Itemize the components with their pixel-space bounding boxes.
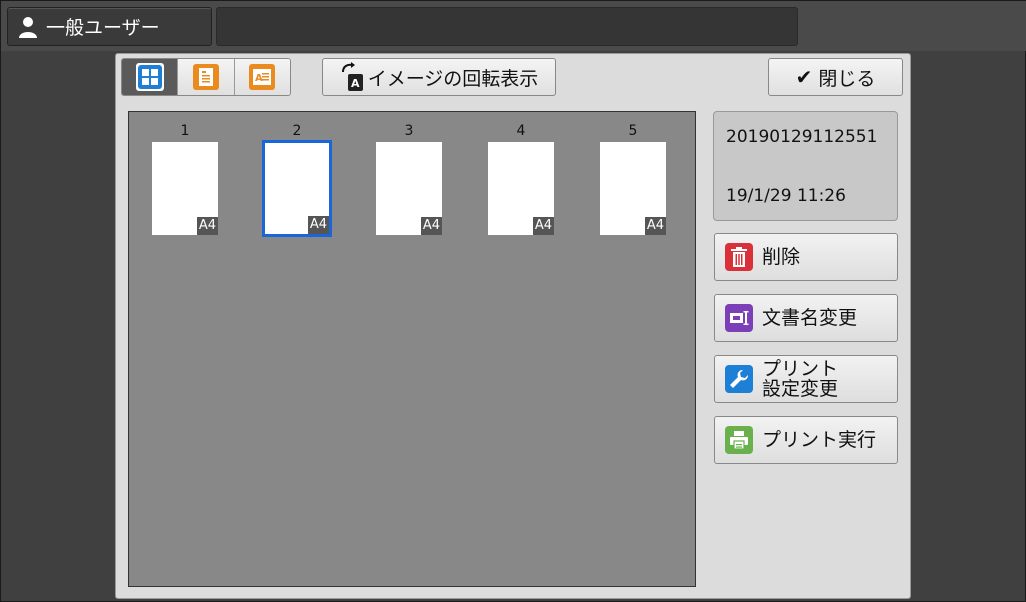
rotate-image-button[interactable]: A イメージの回転表示 [322,58,556,96]
document-info-box: 20190129112551 19/1/29 11:26 [713,111,898,221]
document-datetime: 19/1/29 11:26 [726,186,846,206]
top-bar: 一般ユーザー [1,1,1026,51]
page-preview: A4 [376,142,442,235]
user-label: 一般ユーザー [46,17,160,39]
delete-button[interactable]: 削除 [714,233,898,281]
rotate-image-label: イメージの回転表示 [367,67,539,90]
user-button[interactable]: 一般ユーザー [7,7,212,46]
page-thumbnail[interactable]: 5 A4 [598,122,668,235]
page-size-badge: A4 [532,217,554,235]
page-size-badge: A4 [644,217,666,235]
print-settings-label-line1: プリント [762,358,839,380]
print-settings-label-line2: 設定変更 [762,378,839,400]
document-detail-icon: A [249,64,276,90]
print-settings-label: プリント 設定変更 [762,359,838,399]
page-thumbnail[interactable]: 1 A4 [150,122,220,235]
rename-icon [725,304,753,332]
message-area [216,7,798,46]
view-mode-thumbnail[interactable] [122,59,179,95]
page-size-badge: A4 [420,217,442,235]
page-thumbnail[interactable]: 3 A4 [374,122,444,235]
page-thumbnail-area[interactable]: 1 A4 2 A4 3 A4 4 A4 5 A4 [128,111,696,587]
rename-document-button[interactable]: 文書名変更 [714,294,898,342]
print-button[interactable]: プリント実行 [714,416,898,464]
view-mode-detail[interactable]: A [234,59,290,95]
print-label: プリント実行 [762,429,877,451]
page-number: 4 [516,123,526,139]
print-settings-button[interactable]: プリント 設定変更 [714,355,898,403]
thumbnail-grid-icon [137,65,162,89]
page-preview: A4 [262,140,332,237]
view-mode-list[interactable] [178,59,235,95]
rename-document-label: 文書名変更 [762,307,858,329]
page-number: 1 [180,123,190,139]
user-icon [19,16,37,38]
page-preview: A4 [600,142,666,235]
svg-text:A: A [255,73,263,84]
close-label: 閉じる [818,67,876,90]
trash-icon [725,243,753,271]
page-thumbnail[interactable]: 4 A4 [486,122,556,235]
delete-label: 削除 [762,246,801,268]
page-thumbnail-selected[interactable]: 2 A4 [262,122,332,237]
page-number: 5 [628,123,638,139]
page-number: 3 [404,123,414,139]
page-size-badge: A4 [196,217,218,235]
checkmark-icon: ✔ [795,65,813,89]
page-preview: A4 [488,142,554,235]
document-list-icon [192,64,219,90]
view-mode-selector: A [121,58,291,96]
page-number: 2 [292,123,302,139]
rotate-image-icon: A [341,62,363,91]
page-size-badge: A4 [307,216,329,234]
close-button[interactable]: ✔ 閉じる [768,58,903,96]
svg-text:A: A [351,77,360,90]
page-preview: A4 [152,142,218,235]
document-name: 20190129112551 [726,127,878,147]
document-preview-panel: A A イメージの回転表示 ✔ 閉じる 1 A4 2 A4 3 A4 4 A4 … [115,53,911,599]
wrench-icon [725,365,753,393]
printer-icon [725,426,753,454]
